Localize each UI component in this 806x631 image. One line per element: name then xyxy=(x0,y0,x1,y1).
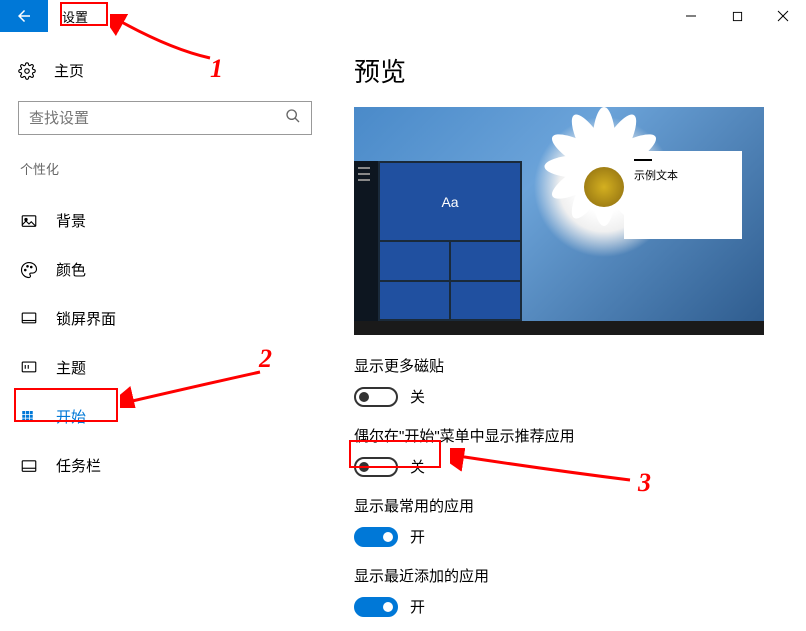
search-input[interactable] xyxy=(29,110,285,127)
annotation-number-2: 2 xyxy=(259,344,272,374)
sidebar-category-label: 个性化 xyxy=(18,159,330,178)
back-button[interactable] xyxy=(0,0,48,32)
sidebar-item-themes[interactable]: 主题 xyxy=(18,343,330,392)
setting-suggestions: 偶尔在"开始"菜单中显示推荐应用 关 xyxy=(354,425,778,477)
sidebar-item-label: 开始 xyxy=(56,406,86,427)
sidebar-item-background[interactable]: 背景 xyxy=(18,196,330,245)
sidebar-home[interactable]: 主页 xyxy=(18,52,330,89)
window-controls xyxy=(668,0,806,32)
palette-icon xyxy=(20,261,38,279)
main-content: 预览 Aa 示例文本 显示更多磁贴 关 xyxy=(330,32,806,631)
sidebar-item-taskbar[interactable]: 任务栏 xyxy=(18,441,330,490)
minimize-button[interactable] xyxy=(668,0,714,32)
preview-tile-sample: Aa xyxy=(380,163,520,240)
annotation-number-3: 3 xyxy=(638,468,651,498)
toggle-more-tiles[interactable] xyxy=(354,387,398,407)
preview-sample-text: 示例文本 xyxy=(634,167,732,183)
setting-more-tiles: 显示更多磁贴 关 xyxy=(354,355,778,407)
arrow-left-icon xyxy=(15,7,33,25)
setting-label: 偶尔在"开始"菜单中显示推荐应用 xyxy=(354,425,778,446)
minimize-icon xyxy=(685,10,697,22)
sidebar-item-label: 任务栏 xyxy=(56,455,101,476)
maximize-icon xyxy=(732,11,743,22)
sidebar-item-start[interactable]: 开始 xyxy=(18,392,330,441)
brush-icon xyxy=(20,359,38,377)
toggle-suggestions[interactable] xyxy=(354,457,398,477)
setting-label: 显示更多磁贴 xyxy=(354,355,778,376)
image-icon xyxy=(20,212,38,230)
maximize-button[interactable] xyxy=(714,0,760,32)
close-icon xyxy=(777,10,789,22)
setting-most-used: 显示最常用的应用 开 xyxy=(354,495,778,547)
toggle-recently-added[interactable] xyxy=(354,597,398,617)
annotation-number-1: 1 xyxy=(210,54,223,84)
toggle-state-text: 开 xyxy=(410,526,425,547)
gear-icon xyxy=(18,62,36,80)
sidebar-item-label: 颜色 xyxy=(56,259,86,280)
sidebar: 主页 个性化 背景 颜色 锁屏界面 主题 开始 xyxy=(0,32,330,631)
close-button[interactable] xyxy=(760,0,806,32)
setting-recently-added: 显示最近添加的应用 开 xyxy=(354,565,778,617)
taskbar-icon xyxy=(20,457,38,475)
sidebar-item-label: 背景 xyxy=(56,210,86,231)
toggle-state-text: 关 xyxy=(410,386,425,407)
preview-image: Aa 示例文本 xyxy=(354,107,764,335)
sidebar-item-lockscreen[interactable]: 锁屏界面 xyxy=(18,294,330,343)
app-title: 设置 xyxy=(62,7,88,26)
start-icon xyxy=(20,408,38,426)
sidebar-item-label: 锁屏界面 xyxy=(56,308,116,329)
preview-sample-window: 示例文本 xyxy=(624,151,742,239)
search-box[interactable] xyxy=(18,101,312,135)
sidebar-item-colors[interactable]: 颜色 xyxy=(18,245,330,294)
toggle-state-text: 开 xyxy=(410,596,425,617)
search-icon xyxy=(285,108,301,129)
page-title: 预览 xyxy=(354,52,778,89)
monitor-icon xyxy=(20,310,38,328)
toggle-state-text: 关 xyxy=(410,456,425,477)
setting-label: 显示最常用的应用 xyxy=(354,495,778,516)
titlebar: 设置 xyxy=(0,0,806,32)
sidebar-home-label: 主页 xyxy=(54,60,84,81)
setting-label: 显示最近添加的应用 xyxy=(354,565,778,586)
sidebar-item-label: 主题 xyxy=(56,357,86,378)
toggle-most-used[interactable] xyxy=(354,527,398,547)
